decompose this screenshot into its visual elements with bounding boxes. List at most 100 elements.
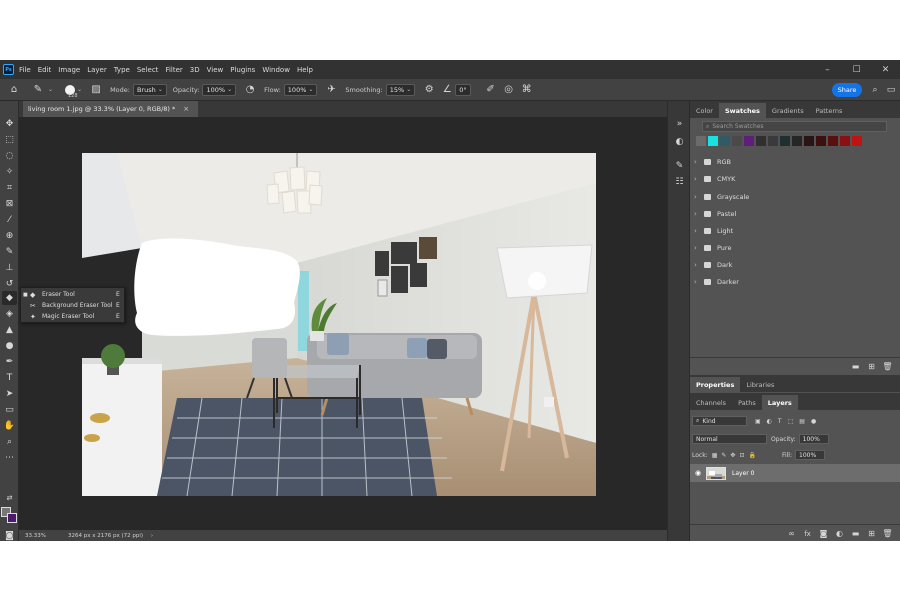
flyout-background-eraser-tool[interactable]: ✂ Background Eraser Tool E xyxy=(21,300,124,311)
tab-gradients[interactable]: Gradients xyxy=(766,103,810,118)
brush-settings-icon[interactable]: ▨ xyxy=(88,82,104,98)
swatch-group-pure[interactable]: › Pure xyxy=(694,239,889,256)
marquee-tool-icon[interactable]: ⬚ xyxy=(2,133,17,147)
rectangle-tool-icon[interactable]: ▭ xyxy=(2,403,17,417)
zoom-level[interactable]: 33.33% xyxy=(25,533,46,539)
quick-mask-icon[interactable]: ◙ xyxy=(2,529,17,541)
swatch-color[interactable] xyxy=(696,136,706,146)
menu-filter[interactable]: Filter xyxy=(165,66,182,74)
hand-tool-icon[interactable]: ✋ xyxy=(2,419,17,433)
swatch-search-input[interactable]: ⌕ Search Swatches xyxy=(702,121,887,132)
angle-field[interactable]: 0° xyxy=(455,83,471,96)
minimize-button[interactable]: – xyxy=(813,60,842,79)
swatch-group-light[interactable]: › Light xyxy=(694,222,889,239)
layer-mask-icon[interactable]: ◙ xyxy=(818,528,829,539)
swatch-color[interactable] xyxy=(768,136,778,146)
swatch-color[interactable] xyxy=(804,136,814,146)
healing-brush-tool-icon[interactable]: ⊕ xyxy=(2,229,17,243)
panel-collapse-icon[interactable]: » xyxy=(673,117,686,130)
pixel-filter-icon[interactable]: ▣ xyxy=(755,418,761,425)
paint-bucket-tool-icon[interactable]: ◈ xyxy=(2,307,17,321)
lock-pixels-icon[interactable]: ▦ xyxy=(712,452,718,459)
more-tools-icon[interactable]: ⋯ xyxy=(2,451,17,465)
close-window-button[interactable]: ✕ xyxy=(871,60,900,79)
tab-color[interactable]: Color xyxy=(690,103,719,118)
swatch-color[interactable] xyxy=(708,136,718,146)
link-layers-icon[interactable]: ∞ xyxy=(786,528,797,539)
menu-plugins[interactable]: Plugins xyxy=(230,66,255,74)
tab-layers[interactable]: Layers xyxy=(761,395,798,410)
mode-select[interactable]: Brush ⌄ xyxy=(132,83,167,96)
new-swatch-icon[interactable]: ⊞ xyxy=(866,361,877,372)
swatch-color[interactable] xyxy=(840,136,850,146)
eyedropper-tool-icon[interactable]: ⁄ xyxy=(2,213,17,227)
swatch-color[interactable] xyxy=(720,136,730,146)
background-color-swatch[interactable] xyxy=(7,513,17,523)
layer-style-icon[interactable]: fx xyxy=(802,528,813,539)
frame-tool-icon[interactable]: ⊠ xyxy=(2,197,17,211)
menu-help[interactable]: Help xyxy=(297,66,313,74)
maximize-button[interactable]: ☐ xyxy=(842,60,871,79)
eraser-tool-icon[interactable]: ◆ xyxy=(2,291,17,305)
move-tool-icon[interactable]: ✥ xyxy=(2,117,17,131)
eraser-preset-icon[interactable]: ✎ xyxy=(30,82,46,98)
adjustment-layer-icon[interactable]: ◐ xyxy=(834,528,845,539)
lock-artboard-icon[interactable]: ⊡ xyxy=(739,452,744,459)
swatch-group-grayscale[interactable]: › Grayscale xyxy=(694,188,889,205)
color-panel-icon[interactable]: ◐ xyxy=(673,135,686,148)
workspace-icon[interactable]: ▭ xyxy=(884,82,898,98)
symmetry-icon[interactable]: ⌘ xyxy=(519,82,535,98)
layer-row[interactable]: ◉ Layer 0 xyxy=(690,464,900,482)
folder-icon[interactable]: ▬ xyxy=(850,361,861,372)
brush-tool-icon[interactable]: ✎ xyxy=(2,245,17,259)
tab-patterns[interactable]: Patterns xyxy=(810,103,849,118)
blend-mode-select[interactable]: Normal xyxy=(692,434,767,444)
swatch-group-pastel[interactable]: › Pastel xyxy=(694,205,889,222)
chevron-down-icon[interactable]: ⌄ xyxy=(48,86,53,93)
ps-logo[interactable]: Ps xyxy=(3,64,14,75)
lock-image-icon[interactable]: ✎ xyxy=(721,452,726,459)
menu-3d[interactable]: 3D xyxy=(190,66,200,74)
swatch-color[interactable] xyxy=(792,136,802,146)
pressure-size-icon[interactable]: ◎ xyxy=(501,82,517,98)
home-icon[interactable]: ⌂ xyxy=(6,82,22,98)
living-room-photo[interactable] xyxy=(82,153,596,496)
history-brush-tool-icon[interactable]: ↺ xyxy=(2,277,17,291)
filter-toggle-icon[interactable]: ● xyxy=(811,418,816,425)
layer-fill-field[interactable]: 100% xyxy=(795,450,825,460)
brush-panel-icon[interactable]: ✎ xyxy=(673,159,686,172)
flow-field[interactable]: 100% ⌄ xyxy=(283,83,318,96)
menu-file[interactable]: File xyxy=(19,66,31,74)
type-tool-icon[interactable]: T xyxy=(2,371,17,385)
zoom-tool-icon[interactable]: ⌕ xyxy=(2,435,17,449)
shape-filter-icon[interactable]: ⬚ xyxy=(788,418,794,425)
flyout-magic-eraser-tool[interactable]: ✦ Magic Eraser Tool E xyxy=(21,311,124,322)
layer-filter-select[interactable]: ⌕ Kind xyxy=(692,416,747,426)
smart-object-filter-icon[interactable]: ▤ xyxy=(799,418,805,425)
pen-tool-icon[interactable]: ✒ xyxy=(2,355,17,369)
erase-to-history-icon[interactable]: ✐ xyxy=(483,82,499,98)
document-tab[interactable]: living room 1.jpg @ 33.3% (Layer 0, RGB/… xyxy=(23,101,198,117)
crop-tool-icon[interactable]: ⌗ xyxy=(2,181,17,195)
dodge-tool-icon[interactable]: ● xyxy=(2,339,17,353)
opacity-field[interactable]: 100% ⌄ xyxy=(202,83,237,96)
status-menu-arrow[interactable]: › xyxy=(151,533,153,539)
close-icon[interactable]: × xyxy=(183,105,189,113)
swatch-color[interactable] xyxy=(756,136,766,146)
menu-window[interactable]: Window xyxy=(262,66,290,74)
blur-tool-icon[interactable]: ▲ xyxy=(2,323,17,337)
swatch-color[interactable] xyxy=(852,136,862,146)
gear-icon[interactable]: ⚙ xyxy=(421,82,437,98)
chevron-down-icon[interactable]: ⌄ xyxy=(77,86,82,93)
eye-icon[interactable]: ◉ xyxy=(690,469,706,477)
share-button[interactable]: Share xyxy=(832,83,862,97)
menu-type[interactable]: Type xyxy=(114,66,130,74)
trash-icon[interactable]: 🗑 xyxy=(882,528,893,539)
menu-edit[interactable]: Edit xyxy=(38,66,52,74)
tab-properties[interactable]: Properties xyxy=(690,377,741,392)
folder-icon[interactable]: ▬ xyxy=(850,528,861,539)
adjustments-panel-icon[interactable]: ☷ xyxy=(673,175,686,188)
canvas-area[interactable] xyxy=(19,117,667,530)
lasso-tool-icon[interactable]: ◌ xyxy=(2,149,17,163)
swatch-color[interactable] xyxy=(744,136,754,146)
